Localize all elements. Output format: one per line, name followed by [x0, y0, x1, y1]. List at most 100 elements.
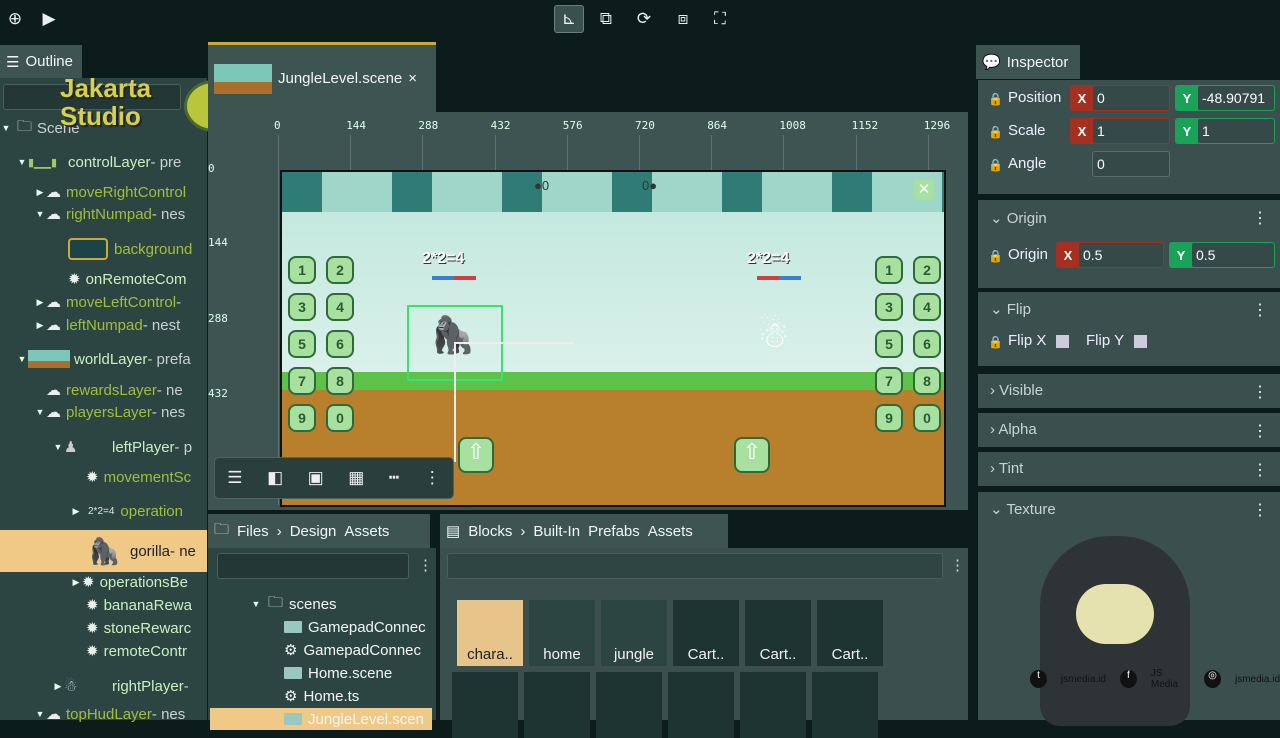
- breadcrumb-built-in[interactable]: Built-In: [533, 523, 580, 540]
- texture-header[interactable]: ⌄ Texture: [990, 500, 1056, 518]
- tree-item[interactable]: ▼ worldLayer - prefa: [0, 348, 207, 370]
- tree-item[interactable]: ▼ ☁ topHudLayer - nes: [0, 703, 207, 725]
- tree-item[interactable]: ☁ rewardsLayer - ne: [0, 379, 207, 401]
- ruler-x-label: 144: [346, 119, 367, 132]
- numpad-key: 0: [326, 404, 354, 432]
- breadcrumb-assets[interactable]: Assets: [344, 523, 389, 540]
- tree-item[interactable]: ▶ ☁ moveLeftControl -: [0, 291, 207, 313]
- tint-section[interactable]: › Tint ⋮: [978, 452, 1280, 486]
- section-menu-icon[interactable]: ⋮: [1252, 460, 1268, 480]
- lock-icon[interactable]: 🔒: [988, 249, 1003, 263]
- tree-item[interactable]: ▼ ☁ rightNumpad - nes: [0, 203, 207, 225]
- angle-input[interactable]: 0: [1092, 151, 1170, 177]
- alpha-section[interactable]: › Alpha ⋮: [978, 413, 1280, 447]
- tree-item[interactable]: ▶ ☁ moveRightControl: [0, 181, 207, 203]
- yeti-sprite[interactable]: ☃: [757, 314, 789, 356]
- tree-item[interactable]: ✹ remoteContr: [0, 640, 207, 662]
- scale-y-input[interactable]: 1: [1197, 118, 1275, 144]
- section-menu-icon[interactable]: ⋮: [1252, 208, 1268, 228]
- breadcrumb-design[interactable]: Design: [290, 523, 337, 540]
- position-y-input[interactable]: -48.90791: [1197, 85, 1275, 111]
- ruler-x-label: 1296: [923, 119, 951, 132]
- files-search-input[interactable]: [217, 553, 409, 579]
- visible-section[interactable]: › Visible ⋮: [978, 374, 1280, 408]
- lock-icon[interactable]: 🔒: [988, 335, 1003, 349]
- file-item[interactable]: GamepadConnec: [210, 616, 432, 638]
- grid-icon[interactable]: ▦: [348, 468, 364, 488]
- rotate-tool[interactable]: ⟳: [629, 5, 659, 33]
- file-item[interactable]: ⚙ Home.ts: [210, 685, 432, 707]
- file-item-selected[interactable]: JungleLevel.scen: [210, 708, 432, 730]
- align-icon[interactable]: ☰: [227, 468, 242, 488]
- tree-item-selected[interactable]: 🦍 gorilla - ne: [0, 530, 207, 572]
- blocks-tab[interactable]: ▤ Blocks › Built-In Prefabs Assets: [440, 514, 728, 548]
- block-item[interactable]: [524, 672, 590, 738]
- panel-left-icon[interactable]: ◧: [267, 468, 283, 488]
- resize-tool[interactable]: ⧈: [668, 5, 698, 33]
- close-tab-icon[interactable]: ×: [408, 70, 417, 87]
- lock-icon[interactable]: 🔒: [988, 125, 1003, 139]
- flip-x-checkbox[interactable]: [1056, 335, 1069, 348]
- tree-item[interactable]: ▼ ▮▁▁▮ controlLayer - pre: [0, 151, 207, 173]
- dash-icon[interactable]: ┅: [389, 468, 399, 488]
- origin-header[interactable]: ⌄ Origin: [990, 209, 1047, 227]
- origin-x-input[interactable]: 0.5: [1078, 242, 1164, 268]
- scale-x-input[interactable]: 1: [1092, 118, 1170, 144]
- flip-header[interactable]: ⌄ Flip: [990, 300, 1031, 318]
- file-item[interactable]: Home.scene: [210, 662, 432, 684]
- block-item[interactable]: chara..: [457, 600, 523, 666]
- lock-icon[interactable]: 🔒: [988, 158, 1003, 172]
- blocks-menu-icon[interactable]: ⋮: [950, 556, 965, 574]
- section-menu-icon[interactable]: ⋮: [1252, 300, 1268, 320]
- tree-item[interactable]: ▼ ♟ leftPlayer - p: [0, 436, 207, 458]
- breadcrumb-assets[interactable]: Assets: [648, 523, 693, 540]
- play-icon[interactable]: ▶: [34, 5, 64, 33]
- block-item[interactable]: jungle: [601, 600, 667, 666]
- tree-item[interactable]: ▶ ☁ leftNumpad - nest: [0, 314, 207, 336]
- translate-tool[interactable]: ⊾: [554, 5, 584, 33]
- instagram-handle: jsmedia.id: [1234, 673, 1280, 685]
- fullscreen-tool[interactable]: ⛶: [705, 5, 735, 33]
- lock-icon[interactable]: 🔒: [988, 92, 1003, 106]
- x-axis-handle[interactable]: [454, 342, 574, 344]
- section-menu-icon[interactable]: ⋮: [1252, 382, 1268, 402]
- block-item[interactable]: [812, 672, 878, 738]
- file-item[interactable]: ▼ 🗀 scenes: [210, 593, 432, 615]
- block-item[interactable]: [740, 672, 806, 738]
- tree-item[interactable]: ▼ ☁ playersLayer - nes: [0, 401, 207, 423]
- breadcrumb-prefabs[interactable]: Prefabs: [588, 523, 640, 540]
- image-icon[interactable]: ▣: [308, 468, 324, 488]
- flip-y-checkbox[interactable]: [1134, 335, 1147, 348]
- tree-item[interactable]: ▶ 2*2=4 operation: [0, 500, 207, 522]
- block-item[interactable]: [668, 672, 734, 738]
- left-equation: 2*2=4: [422, 250, 465, 267]
- files-menu-icon[interactable]: ⋮: [418, 556, 433, 574]
- section-menu-icon[interactable]: ⋮: [1252, 500, 1268, 520]
- block-item[interactable]: [452, 672, 518, 738]
- tree-item[interactable]: ▶ ✹ operationsBe: [0, 571, 207, 593]
- tree-item[interactable]: ✹ stoneRewarc: [0, 617, 207, 639]
- files-tab[interactable]: 🗀 Files › Design Assets: [208, 514, 430, 548]
- tree-item[interactable]: ✹ bananaRewa: [0, 594, 207, 616]
- file-item[interactable]: ⚙ GamepadConnec: [210, 639, 432, 661]
- block-item[interactable]: Cart..: [745, 600, 811, 666]
- block-item[interactable]: Cart..: [817, 600, 883, 666]
- more-icon[interactable]: ⋮: [424, 468, 441, 488]
- tab-jungle-level-scene[interactable]: JungleLevel.scene ×: [208, 42, 436, 112]
- block-item[interactable]: Cart..: [673, 600, 739, 666]
- tree-item[interactable]: ▶ ☃ rightPlayer -: [0, 675, 207, 697]
- block-item[interactable]: [596, 672, 662, 738]
- block-item[interactable]: home: [529, 600, 595, 666]
- position-x-input[interactable]: 0: [1092, 85, 1170, 111]
- scale-tool[interactable]: ⧉: [591, 5, 621, 33]
- origin-y-input[interactable]: 0.5: [1191, 242, 1275, 268]
- section-menu-icon[interactable]: ⋮: [1252, 421, 1268, 441]
- blocks-search-input[interactable]: [447, 553, 943, 579]
- tree-item[interactable]: ✹ movementSc: [0, 466, 207, 488]
- tree-item[interactable]: background: [0, 238, 207, 260]
- new-scene-icon[interactable]: ⊕: [0, 5, 30, 33]
- inspector-tab[interactable]: 💬 Inspector: [976, 45, 1080, 79]
- breadcrumb-separator: ›: [276, 522, 282, 540]
- tree-item[interactable]: ✹ onRemoteCom: [0, 268, 207, 290]
- y-axis-handle[interactable]: [454, 342, 456, 462]
